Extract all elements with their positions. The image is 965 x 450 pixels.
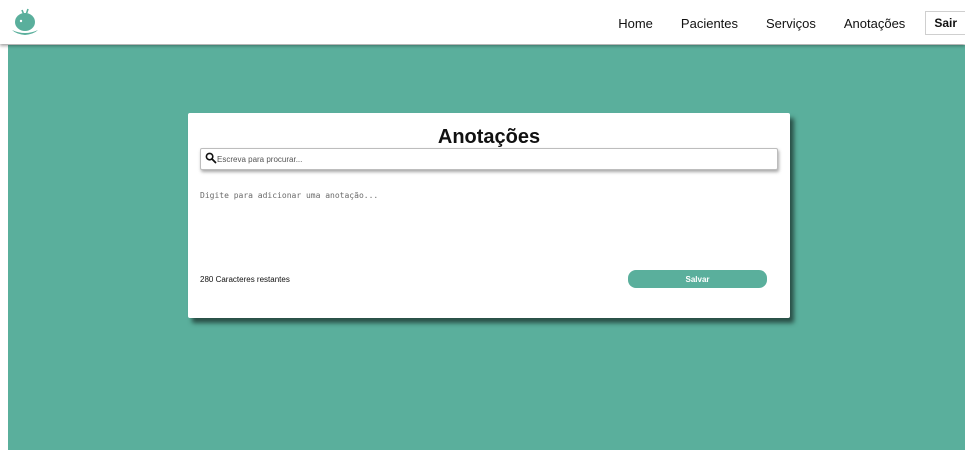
nav-links: Home Pacientes Serviços Anotações Sair	[618, 11, 965, 35]
nav-link-servicos[interactable]: Serviços	[766, 16, 816, 31]
top-navbar: Home Pacientes Serviços Anotações Sair	[0, 0, 965, 44]
search-input[interactable]	[215, 151, 767, 167]
note-textarea[interactable]	[200, 191, 776, 261]
logo-icon[interactable]	[8, 6, 42, 36]
page-title: Anotações	[437, 126, 541, 148]
characters-remaining: 280 Caracteres restantes	[200, 275, 290, 284]
save-button[interactable]: Salvar	[628, 270, 767, 288]
search-box	[200, 148, 778, 170]
notes-card: Anotações 280 Caracteres restantes Salva…	[188, 113, 790, 318]
logout-button[interactable]: Sair	[925, 11, 965, 35]
nav-link-anotacoes[interactable]: Anotações	[844, 16, 905, 31]
nav-link-pacientes[interactable]: Pacientes	[681, 16, 738, 31]
nav-link-home[interactable]: Home	[618, 16, 653, 31]
